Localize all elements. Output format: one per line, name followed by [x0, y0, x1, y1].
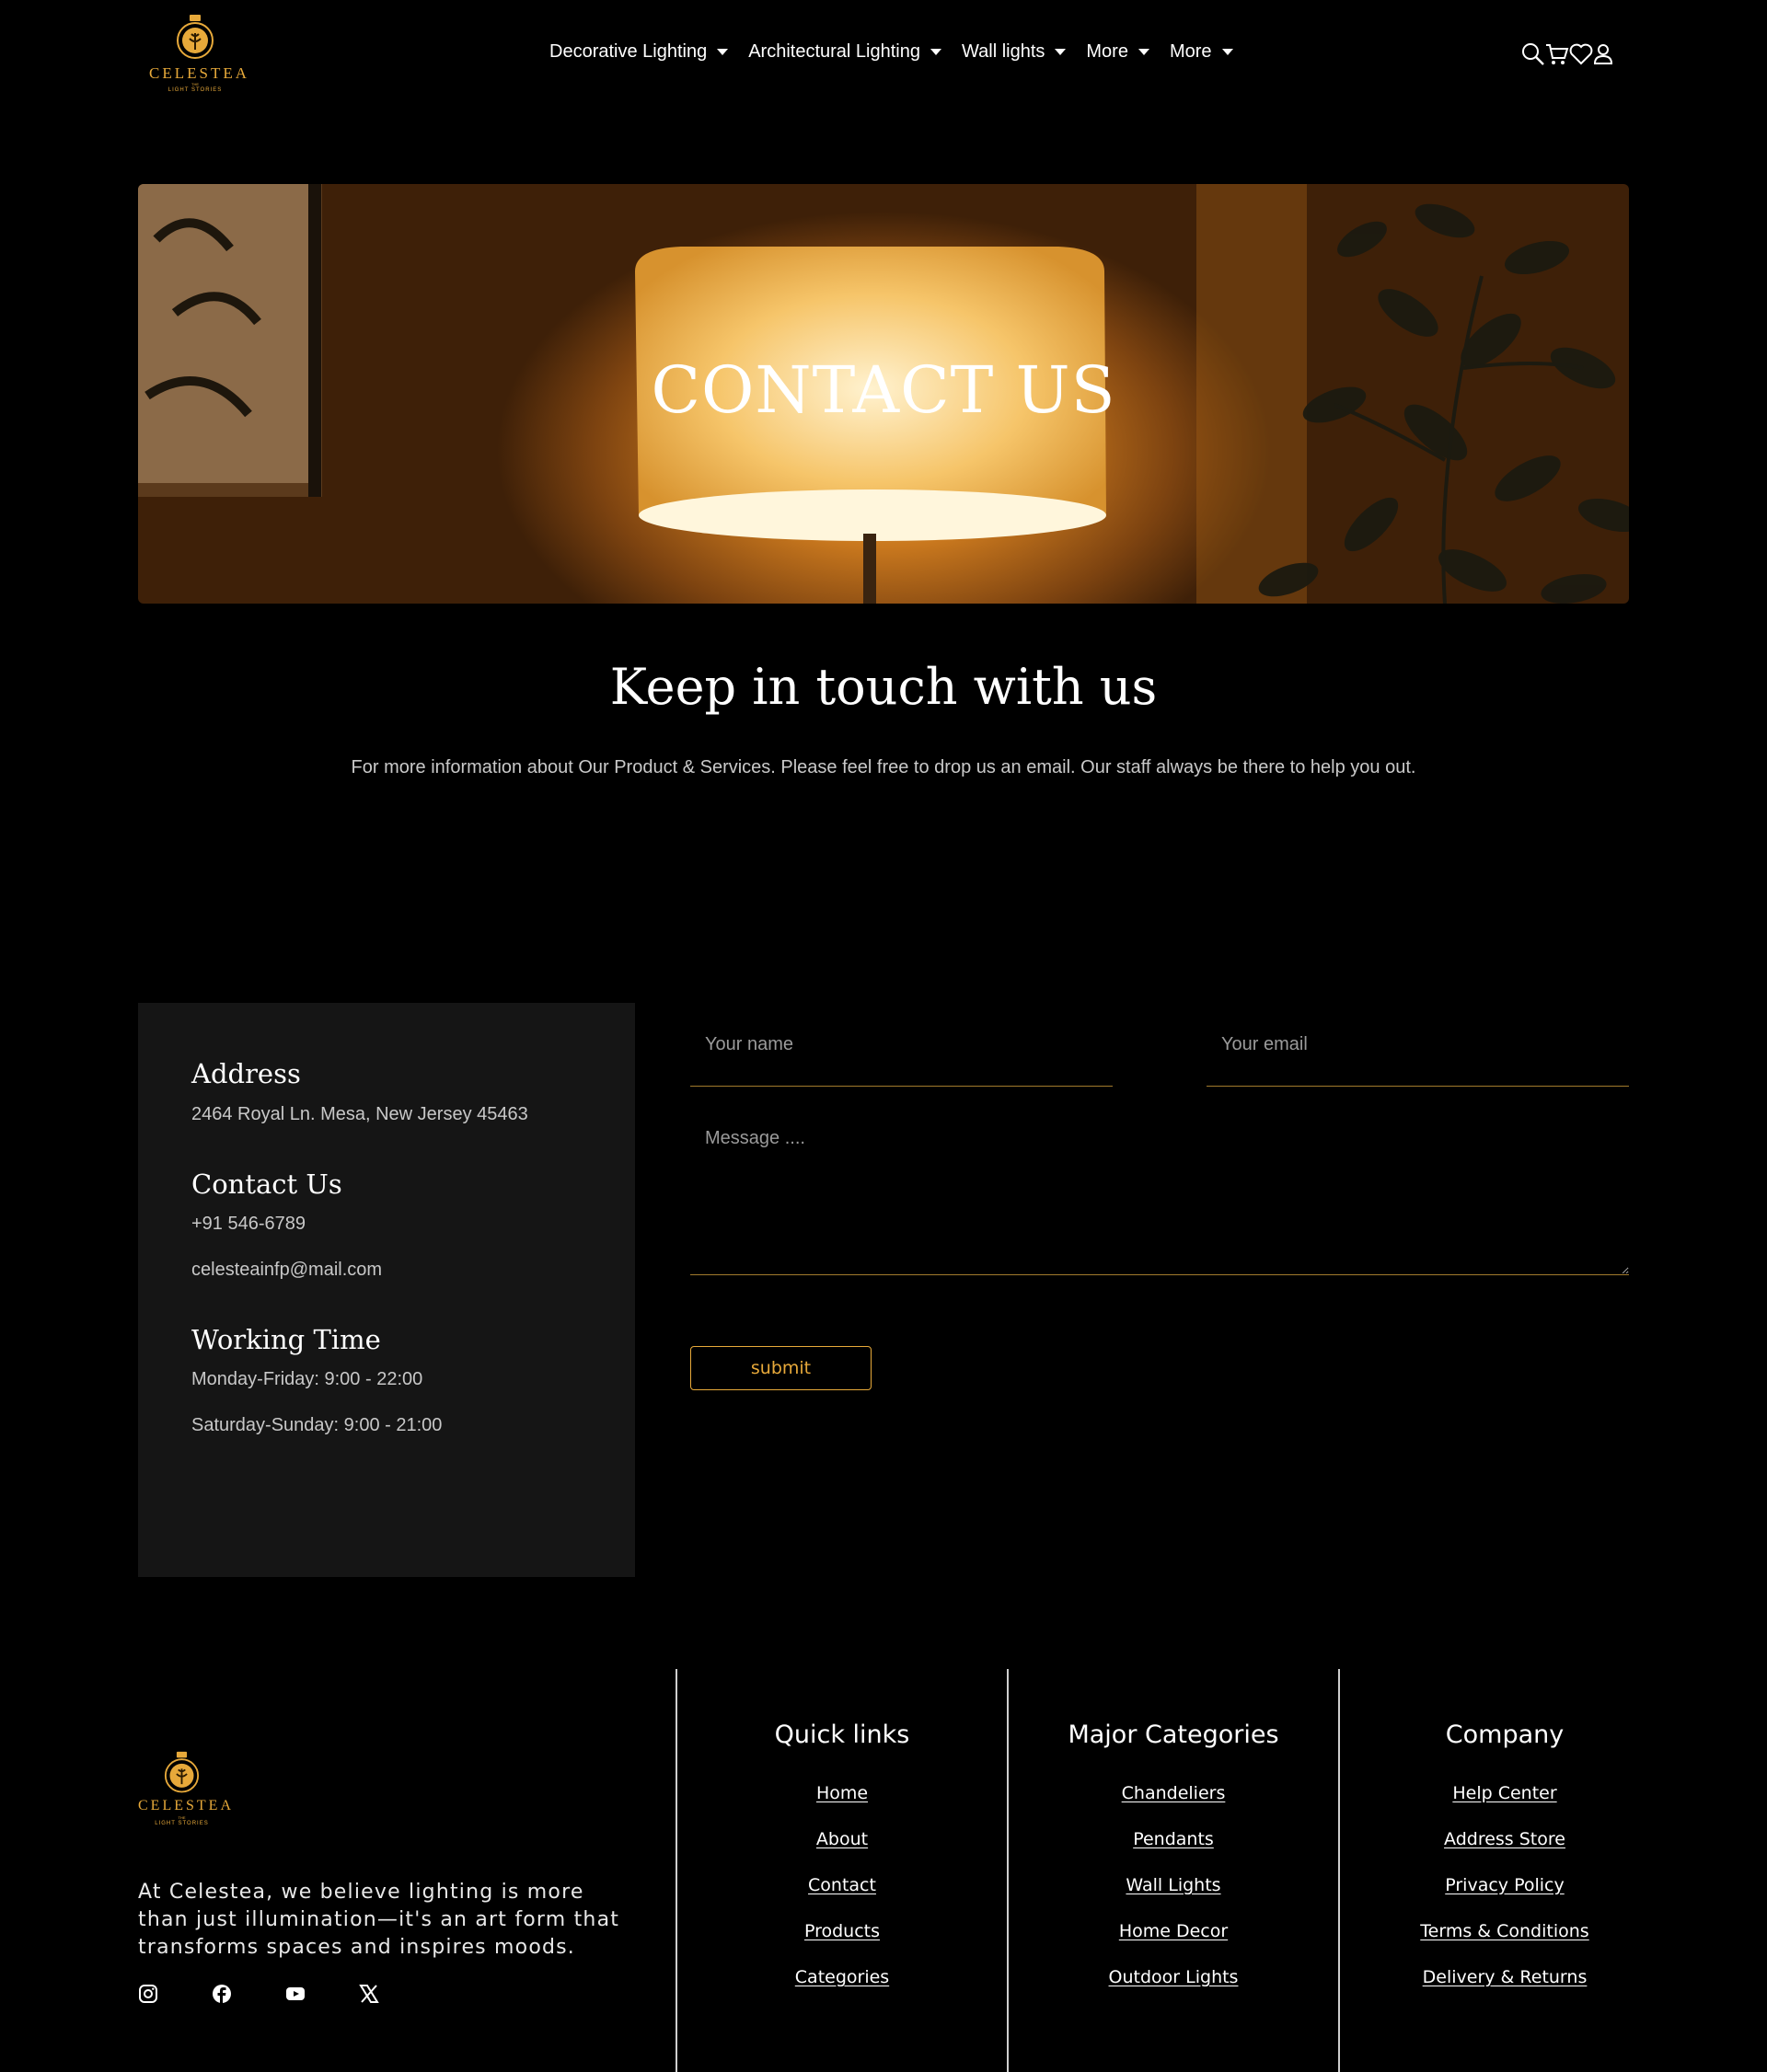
menu-wall-lights[interactable]: Wall lights [962, 41, 1067, 63]
footer-link-home[interactable]: Home [677, 1783, 1007, 1829]
menu-architectural-lighting[interactable]: Architectural Lighting [748, 41, 941, 63]
search-icon[interactable] [1521, 42, 1544, 66]
x-icon[interactable] [359, 1984, 379, 2004]
address-text: 2464 Royal Ln. Mesa, New Jersey 45463 [191, 1104, 528, 1124]
footer-link-outdoor-lights[interactable]: Outdoor Lights [1009, 1967, 1338, 2013]
top-navbar: CELESTEA THE LIGHT STORIES Decorative Li… [0, 0, 1767, 112]
heart-icon[interactable] [1569, 42, 1593, 66]
menu-label: Decorative Lighting [549, 41, 708, 62]
email-input[interactable] [1207, 1004, 1629, 1087]
menu-label: Architectural Lighting [748, 41, 920, 62]
company-title: Company [1445, 1721, 1565, 1749]
menu-label: More [1169, 41, 1212, 62]
bulb-logo-icon [164, 1751, 200, 1793]
site-footer: CELESTEA THE LIGHT STORIES At Celestea, … [0, 1669, 1767, 2072]
footer-link-chandeliers[interactable]: Chandeliers [1009, 1783, 1338, 1829]
address-title: Address [191, 1058, 301, 1089]
footer-link-terms[interactable]: Terms & Conditions [1340, 1921, 1669, 1967]
footer-link-wall-lights[interactable]: Wall Lights [1009, 1875, 1338, 1921]
footer-link-products[interactable]: Products [677, 1921, 1007, 1967]
section-heading: Keep in touch with us [609, 658, 1158, 716]
brand-name: CELESTEA [138, 1798, 234, 1813]
footer-link-categories[interactable]: Categories [677, 1967, 1007, 2013]
cart-icon[interactable] [1545, 42, 1569, 66]
phone-text[interactable]: +91 546-6789 [191, 1214, 306, 1235]
footer-link-contact[interactable]: Contact [677, 1875, 1007, 1921]
company-column: Company Help Center Address Store Privac… [1340, 1721, 1669, 2013]
main-menu: Decorative Lighting Architectural Lighti… [549, 41, 1253, 63]
hero-title: CONTACT US [651, 352, 1116, 428]
menu-label: Wall lights [962, 41, 1045, 62]
caret-down-icon [1221, 49, 1233, 55]
quick-links-column: Quick links Home About Contact Products … [677, 1721, 1007, 2013]
section-description: For more information about Our Product &… [351, 757, 1416, 777]
nav-actions [1521, 42, 1615, 66]
menu-decorative-lighting[interactable]: Decorative Lighting [549, 41, 729, 63]
brand-the: THE [178, 1815, 186, 1820]
working-time-title: Working Time [191, 1324, 381, 1355]
youtube-icon[interactable] [285, 1984, 306, 2004]
footer-link-delivery-returns[interactable]: Delivery & Returns [1340, 1967, 1669, 2013]
social-links [138, 1984, 433, 2004]
facebook-icon[interactable] [212, 1984, 232, 2004]
contact-info-card: Address 2464 Royal Ln. Mesa, New Jersey … [138, 1003, 635, 1577]
footer-tagline: At Celestea, we believe lighting is more… [138, 1881, 620, 1959]
brand-logo[interactable]: CELESTEA THE LIGHT STORIES [149, 13, 249, 99]
bulb-logo-icon [177, 15, 214, 59]
message-textarea[interactable] [690, 1110, 1629, 1275]
menu-label: More [1086, 41, 1128, 62]
footer-link-help-center[interactable]: Help Center [1340, 1783, 1669, 1829]
contact-title: Contact Us [191, 1168, 342, 1200]
instagram-icon[interactable] [138, 1984, 158, 2004]
footer-link-home-decor[interactable]: Home Decor [1009, 1921, 1338, 1967]
name-input[interactable] [690, 1004, 1113, 1087]
major-categories-title: Major Categories [1068, 1721, 1279, 1749]
brand-subtitle: LIGHT STORIES [167, 87, 223, 93]
user-icon[interactable] [1593, 42, 1615, 66]
submit-button[interactable]: submit [690, 1346, 872, 1390]
footer-logo[interactable]: CELESTEA THE LIGHT STORIES [138, 1750, 234, 1833]
footer-link-pendants[interactable]: Pendants [1009, 1829, 1338, 1875]
caret-down-icon [1055, 49, 1067, 55]
brand-subtitle: LIGHT STORIES [155, 1821, 209, 1826]
major-categories-column: Major Categories Chandeliers Pendants Wa… [1009, 1721, 1338, 2013]
footer-link-about[interactable]: About [677, 1829, 1007, 1875]
caret-down-icon [717, 49, 729, 55]
footer-link-privacy-policy[interactable]: Privacy Policy [1340, 1875, 1669, 1921]
weekend-hours: Saturday-Sunday: 9:00 - 21:00 [191, 1415, 443, 1435]
caret-down-icon [930, 49, 941, 55]
menu-more-2[interactable]: More [1170, 41, 1233, 63]
quick-links-title: Quick links [774, 1721, 910, 1749]
brand-name: CELESTEA [149, 64, 249, 82]
weekday-hours: Monday-Friday: 9:00 - 22:00 [191, 1369, 423, 1389]
caret-down-icon [1138, 49, 1149, 55]
brand-the: THE [191, 82, 199, 86]
menu-more-1[interactable]: More [1086, 41, 1149, 63]
email-text[interactable]: celesteainfp@mail.com [191, 1260, 382, 1281]
footer-link-address-store[interactable]: Address Store [1340, 1829, 1669, 1875]
hero-banner: CONTACT US [138, 184, 1629, 604]
